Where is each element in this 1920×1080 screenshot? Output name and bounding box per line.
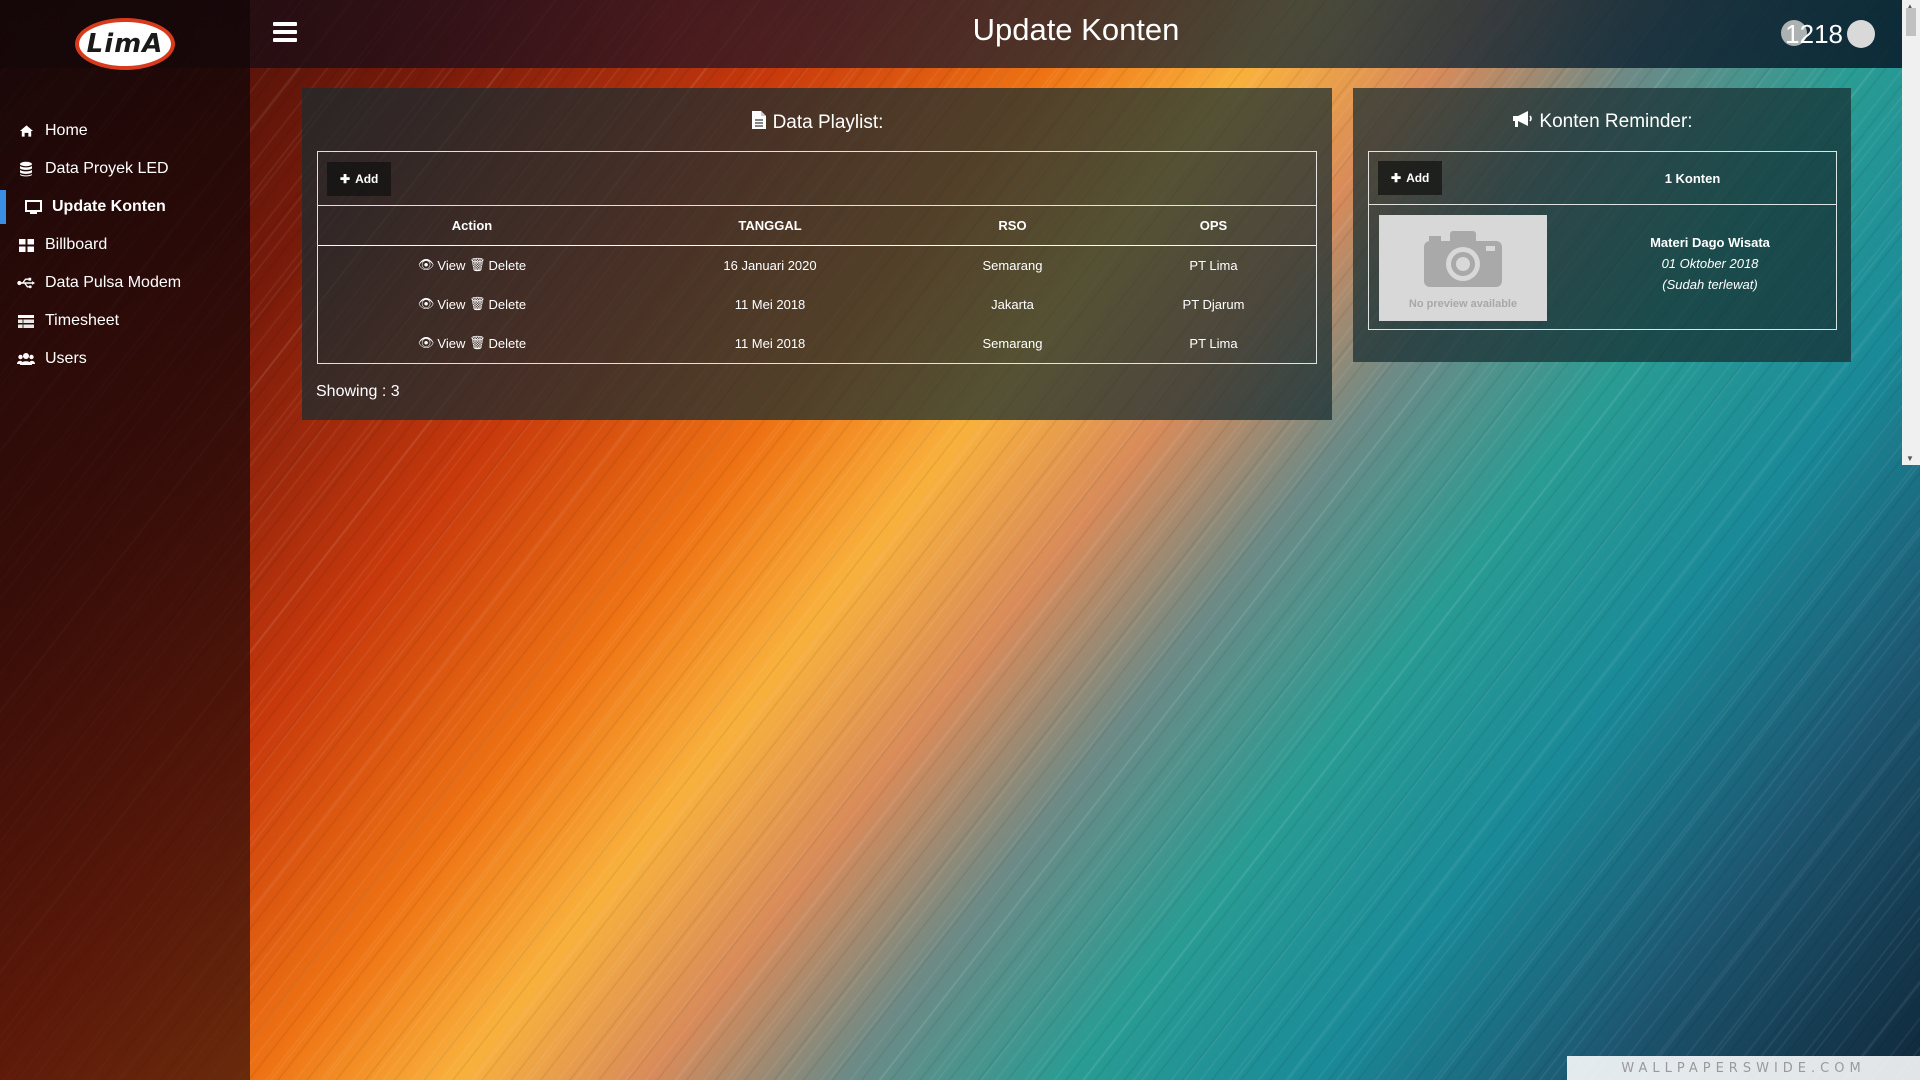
- sidebar-item-billboard[interactable]: Billboard: [0, 226, 250, 264]
- reminder-item-status: (Sudah terlewat): [1662, 277, 1758, 292]
- delete-link[interactable]: 🗑 Delete: [469, 257, 526, 273]
- reminder-count: 1 Konten: [1664, 170, 1721, 186]
- cell-tanggal: 16 Januari 2020: [723, 257, 817, 273]
- watermark: WALLPAPERSWIDE.COM: [1567, 1056, 1920, 1080]
- reminder-item: Materi Dago Wisata 01 Oktober 2018 (Suda…: [1547, 232, 1873, 295]
- sidebar-item-timesheet[interactable]: Timesheet: [0, 302, 250, 340]
- column-header-tanggal: TANGGAL: [626, 205, 914, 246]
- scrollbar-thumb[interactable]: [1906, 8, 1916, 36]
- reminder-item-title: Materi Dago Wisata: [1650, 235, 1770, 250]
- cell-ops: PT Lima: [1189, 257, 1238, 273]
- table-row: 👁 View 🗑 Delete 11 Mei 2018 Semarang PT Li…: [318, 324, 1316, 363]
- reminder-item-date: 01 Oktober 2018: [1661, 256, 1759, 271]
- trash-icon: 🗑: [469, 257, 486, 273]
- cell-ops: PT Djarum: [1182, 296, 1245, 312]
- sidebar-item-data-proyek-led[interactable]: Data Proyek LED: [0, 150, 250, 188]
- sidebar-item-home[interactable]: Home: [0, 112, 250, 150]
- reminder-title-text: Konten Reminder:: [1539, 111, 1693, 132]
- database-icon: [17, 161, 35, 177]
- reminder-add-button[interactable]: ✚ Add: [1378, 161, 1443, 195]
- eye-icon: 👁: [417, 296, 435, 311]
- home-icon: [17, 123, 35, 139]
- view-link[interactable]: 👁 View: [418, 335, 465, 351]
- plus-icon: ✚: [340, 171, 351, 186]
- avatar[interactable]: [1847, 20, 1875, 48]
- table-row: 👁 View 🗑 Delete 11 Mei 2018 Jakarta PT Dja…: [318, 285, 1316, 324]
- table-icon: [17, 313, 35, 329]
- playlist-table: Action TANGGAL RSO OPS 👁 View 🗑 Delete 16 …: [318, 205, 1316, 363]
- hamburger-menu-icon[interactable]: [273, 22, 297, 42]
- megaphone-icon: [1511, 110, 1533, 134]
- column-header-ops: OPS: [1111, 205, 1316, 246]
- sidebar-item-label: Data Pulsa Modem: [45, 274, 182, 291]
- sidebar-item-label: Home: [45, 122, 88, 139]
- sidebar-item-label: Billboard: [45, 236, 108, 253]
- reminder-panel: Konten Reminder: ✚ Add 1 Konten No previ…: [1353, 88, 1851, 362]
- sidebar-nav: Home Data Proyek LED Update Konten Billb…: [0, 112, 250, 378]
- trash-icon: 🗑: [469, 296, 486, 311]
- document-icon: [751, 110, 767, 136]
- lima-logo[interactable]: LimA: [75, 18, 175, 70]
- cell-tanggal: 11 Mei 2018: [734, 296, 806, 312]
- delete-link[interactable]: 🗑 Delete: [469, 296, 526, 312]
- table-row: 👁 View 🗑 Delete 16 Januari 2020 Semarang P…: [318, 246, 1316, 285]
- usb-icon: [17, 275, 35, 291]
- sidebar-item-label: Data Proyek LED: [45, 160, 169, 177]
- column-header-action: Action: [318, 205, 626, 246]
- trash-icon: 🗑: [469, 335, 486, 350]
- page-title: Update Konten: [972, 12, 1180, 47]
- scroll-down-arrow-icon[interactable]: ▼: [1906, 454, 1914, 463]
- sidebar-item-label: Users: [45, 350, 87, 367]
- plus-icon: ✚: [1391, 171, 1402, 185]
- playlist-title: Data Playlist:: [302, 110, 1332, 136]
- playlist-title-text: Data Playlist:: [772, 112, 884, 133]
- camera-icon: [1422, 227, 1504, 294]
- column-header-rso: RSO: [914, 205, 1111, 246]
- monitor-icon: [24, 199, 42, 215]
- cell-ops: PT Lima: [1189, 335, 1238, 351]
- view-link[interactable]: 👁 View: [418, 296, 465, 312]
- sidebar-item-label: Update Konten: [52, 198, 166, 215]
- cell-rso: Semarang: [982, 257, 1043, 273]
- reminder-box: ✚ Add 1 Konten No preview available Mate…: [1368, 151, 1837, 330]
- sidebar-item-label: Timesheet: [45, 312, 120, 329]
- user-count: 1218: [1785, 18, 1843, 49]
- scrollbar[interactable]: ▲ ▼: [1902, 0, 1920, 465]
- sidebar-item-data-pulsa-modem[interactable]: Data Pulsa Modem: [0, 264, 250, 302]
- eye-icon: 👁: [417, 257, 435, 273]
- playlist-table-box: ✚ Add Action TANGGAL RSO OPS 👁 View 🗑 Dele…: [317, 151, 1317, 364]
- view-link[interactable]: 👁 View: [418, 257, 465, 273]
- sidebar-item-update-konten[interactable]: Update Konten: [0, 188, 250, 226]
- eye-icon: 👁: [417, 335, 435, 350]
- sidebar-item-users[interactable]: Users: [0, 340, 250, 378]
- grid-icon: [17, 237, 35, 253]
- content-preview-image[interactable]: No preview available: [1379, 215, 1547, 321]
- cell-rso: Semarang: [982, 335, 1043, 351]
- cell-rso: Jakarta: [991, 296, 1034, 312]
- logo-text: LimA: [86, 29, 164, 59]
- reminder-title: Konten Reminder:: [1353, 110, 1851, 134]
- users-icon: [17, 351, 35, 367]
- cell-tanggal: 11 Mei 2018: [734, 335, 806, 351]
- playlist-panel: Data Playlist: ✚ Add Action TANGGAL RSO …: [302, 88, 1332, 420]
- user-area[interactable]: 1218: [1781, 18, 1875, 50]
- delete-link[interactable]: 🗑 Delete: [469, 335, 526, 351]
- showing-count: Showing : 3: [316, 383, 400, 400]
- sidebar: LimA Home Data Proyek LED Update Konten …: [0, 0, 250, 1080]
- preview-caption: No preview available: [1408, 297, 1518, 310]
- playlist-add-button[interactable]: ✚ Add: [327, 161, 392, 196]
